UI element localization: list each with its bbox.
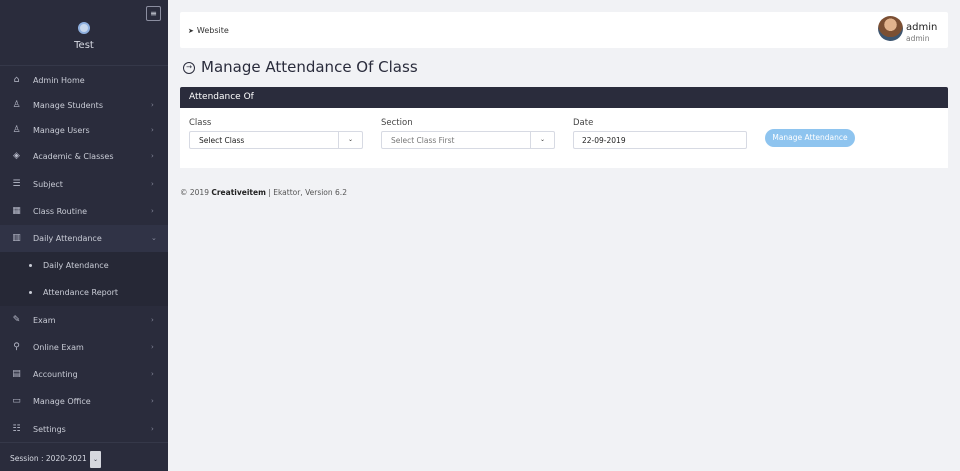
- chevron-right-icon: ›: [151, 180, 154, 188]
- footer-suffix: | Ekattor, Version 6.2: [265, 188, 347, 197]
- sidebar-item-settings[interactable]: ☷ Settings ›: [0, 416, 168, 443]
- users-icon: ♙: [12, 125, 21, 135]
- footer-prefix: © 2019: [180, 188, 212, 197]
- chevron-right-icon: ›: [151, 207, 154, 215]
- location-icon: ⚲: [13, 342, 20, 352]
- chevron-right-icon: ›: [151, 425, 154, 433]
- school-logo: [78, 22, 90, 34]
- receipt-icon: ▤: [12, 369, 21, 379]
- sidebar-item-class-routine[interactable]: ▦ Class Routine ›: [0, 198, 168, 225]
- sidebar-item-manage-users[interactable]: ♙ Manage Users ›: [0, 117, 168, 144]
- sidebar-item-manage-students[interactable]: ♙ Manage Students ›: [0, 92, 168, 119]
- sidebar-item-label: Manage Office: [33, 397, 91, 406]
- class-select-value: Select Class: [199, 136, 245, 145]
- footer-company-link[interactable]: Creativeitem: [211, 188, 266, 197]
- bullet-icon: [29, 264, 32, 267]
- session-bar: Session : 2020-2021 ⌄: [0, 442, 168, 471]
- sidebar-header: Test ≡: [0, 0, 168, 66]
- monitor-icon: ▭: [12, 396, 21, 406]
- menu-icon[interactable]: ≡: [146, 6, 161, 21]
- date-field[interactable]: 22-09-2019: [573, 131, 747, 149]
- page-title: Manage Attendance Of Class: [201, 58, 418, 76]
- section-select[interactable]: Select Class First ⌄: [381, 131, 555, 149]
- sidebar-item-subject[interactable]: ☰ Subject ›: [0, 171, 168, 198]
- session-dropdown-button[interactable]: ⌄: [90, 451, 101, 468]
- sidebar-item-label: Class Routine: [33, 207, 88, 216]
- settings-icon: ☷: [12, 424, 21, 434]
- school-name: Test: [74, 40, 94, 51]
- card-header: Attendance Of: [180, 87, 948, 108]
- sidebar-item-academic-classes[interactable]: ◈ Academic & Classes ›: [0, 143, 168, 170]
- sidebar-item-online-exam[interactable]: ⚲ Online Exam ›: [0, 334, 168, 361]
- sidebar-item-daily-attendance[interactable]: ▥ Daily Attendance ⌄: [0, 225, 168, 252]
- chevron-right-icon: ›: [151, 316, 154, 324]
- sidebar: Test ≡ ⌂ Admin Home ♙ Manage Students › …: [0, 0, 168, 471]
- sidebar-item-label: Manage Students: [33, 101, 103, 110]
- sidebar-item-label: Daily Attendance: [33, 234, 102, 243]
- website-link[interactable]: ➤ Website: [188, 26, 229, 35]
- class-label: Class: [189, 118, 212, 128]
- sidebar-item-admin-home[interactable]: ⌂ Admin Home: [0, 67, 168, 94]
- bullet-icon: [29, 291, 32, 294]
- daily-attendance-submenu: Daily Atendance Attendance Report: [0, 252, 168, 306]
- user-icon: ♙: [12, 100, 21, 110]
- sidebar-item-label: Manage Users: [33, 126, 90, 135]
- user-name[interactable]: admin: [906, 22, 937, 33]
- sidebar-item-exam[interactable]: ✎ Exam ›: [0, 307, 168, 334]
- chevron-right-icon: ›: [151, 343, 154, 351]
- sidebar-item-label: Online Exam: [33, 343, 84, 352]
- website-label: Website: [196, 26, 229, 35]
- sidebar-item-label: Subject: [33, 180, 63, 189]
- manage-attendance-button[interactable]: Manage Attendance: [765, 129, 855, 147]
- submenu-item-label: Daily Atendance: [43, 261, 109, 270]
- session-label: Session : 2020-2021: [10, 454, 87, 463]
- pencil-icon: ✎: [12, 315, 21, 325]
- topbar: ➤ Website admin admin: [180, 12, 948, 48]
- footer: © 2019 Creativeitem | Ekattor, Version 6…: [180, 188, 347, 197]
- chevron-right-icon: ›: [151, 126, 154, 134]
- section-select-value: Select Class First: [391, 136, 455, 145]
- sidebar-item-label: Admin Home: [33, 76, 85, 85]
- home-icon: ⌂: [13, 75, 20, 85]
- sidebar-item-accounting[interactable]: ▤ Accounting ›: [0, 361, 168, 388]
- avatar[interactable]: [878, 16, 903, 41]
- sidebar-item-label: Settings: [33, 425, 66, 434]
- list-icon: ☰: [12, 179, 21, 189]
- class-select[interactable]: Select Class ⌄: [189, 131, 363, 149]
- chevron-down-icon: ⌄: [151, 234, 157, 242]
- chevron-right-icon: ›: [151, 397, 154, 405]
- sidebar-item-manage-office[interactable]: ▭ Manage Office ›: [0, 388, 168, 415]
- layers-icon: ◈: [13, 151, 20, 161]
- submenu-item-label: Attendance Report: [43, 288, 119, 297]
- card-title: Attendance Of: [189, 92, 254, 102]
- send-icon: ➤: [188, 27, 194, 35]
- chevron-right-icon: ›: [151, 370, 154, 378]
- date-value: 22-09-2019: [582, 136, 626, 145]
- chevron-right-icon: ›: [151, 152, 154, 160]
- section-label: Section: [381, 118, 413, 128]
- date-label: Date: [573, 118, 594, 128]
- chevron-down-icon: ⌄: [530, 132, 554, 148]
- user-role: admin: [906, 34, 930, 43]
- chevron-right-icon: ›: [151, 101, 154, 109]
- calendar-icon: ▦: [12, 206, 21, 216]
- sidebar-item-label: Exam: [33, 316, 56, 325]
- chevron-down-icon: ⌄: [338, 132, 362, 148]
- submenu-item-daily-atendance[interactable]: Daily Atendance: [0, 252, 168, 279]
- sidebar-item-label: Academic & Classes: [33, 152, 114, 161]
- arrow-circle-icon: →: [183, 62, 195, 74]
- submenu-item-attendance-report[interactable]: Attendance Report: [0, 279, 168, 306]
- sidebar-item-label: Accounting: [33, 370, 78, 379]
- building-icon: ▥: [12, 233, 21, 243]
